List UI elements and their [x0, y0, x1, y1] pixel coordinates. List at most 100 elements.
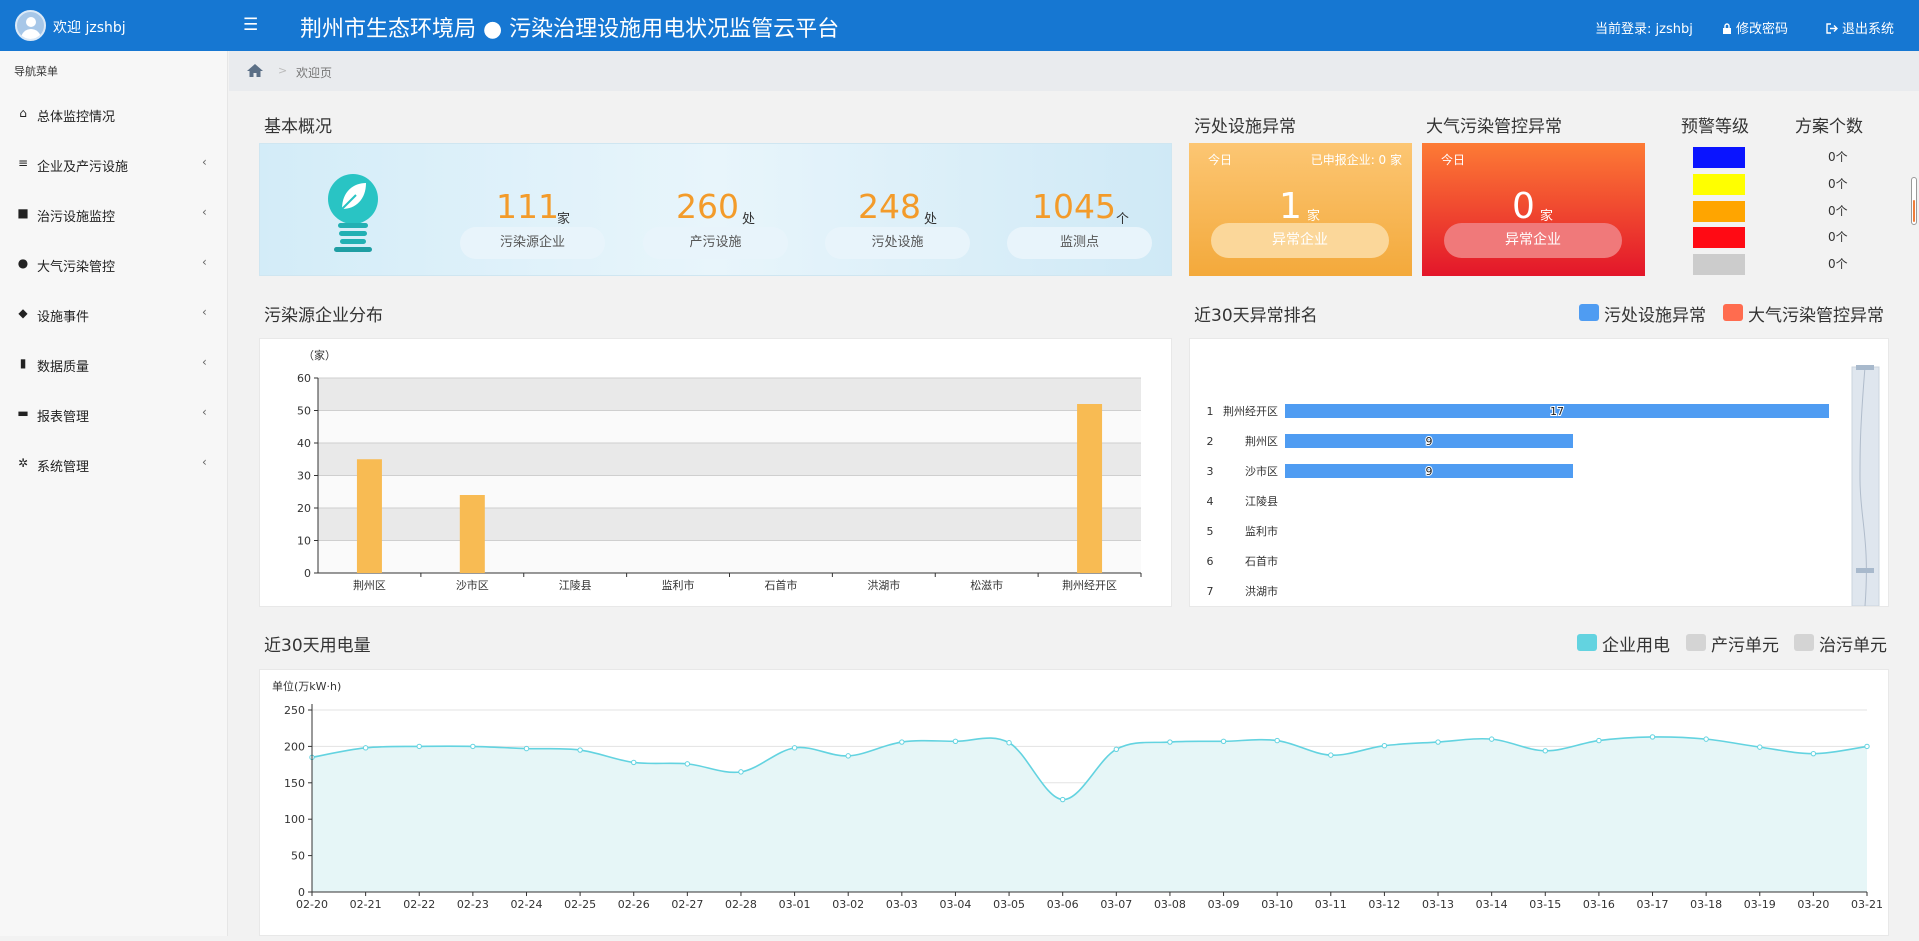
ranking-chart-panel: 1 荆州经开区 17 2 荆州区 9 3 沙市区 9 4 江陵县 5 监利市 6 石首市 7 洪湖市	[1189, 338, 1889, 607]
monitoring-point-unit: 个	[1116, 212, 1130, 227]
x-tick-label: 03-20	[1797, 898, 1829, 911]
data-point	[1864, 743, 1870, 750]
plan-count-orange: 0个	[1828, 204, 1848, 218]
legend-swatch-treatment-unit[interactable]	[1794, 634, 1814, 651]
sidebar-item-facility-events[interactable]: ◆ 设施事件 ‹	[0, 290, 228, 340]
chevron-left-icon: ‹	[202, 355, 207, 369]
lock-icon	[1723, 23, 1731, 34]
y-tick-label: 250	[284, 704, 305, 717]
sidebar-item-reports[interactable]: ▬ 报表管理 ‹	[0, 390, 228, 440]
chevron-left-icon: ‹	[202, 255, 207, 269]
x-tick-label: 03-21	[1851, 898, 1883, 911]
today-label: 今日	[1208, 153, 1233, 167]
monitoring-point-count: 1045	[1032, 187, 1116, 226]
data-point	[1274, 737, 1280, 744]
treatment-facility-unit: 处	[924, 212, 938, 227]
sidebar-item-facility-monitoring[interactable]: ■ 治污设施监控 ‹	[0, 190, 228, 240]
data-point	[845, 753, 851, 759]
warning-level-yellow	[1693, 174, 1745, 195]
data-point	[1542, 748, 1548, 754]
data-point	[1381, 742, 1388, 749]
sidebar-item-overall-monitoring[interactable]: ⌂ 总体监控情况	[0, 90, 228, 140]
sidebar-item-label: 设施事件	[37, 310, 90, 325]
current-user-text: 当前登录: jzshbj	[1595, 22, 1693, 37]
rank-number: 4	[1207, 495, 1214, 508]
overview-title: 基本概况	[264, 117, 332, 137]
sidebar-item-data-quality[interactable]: ▮ 数据质量 ‹	[0, 340, 228, 390]
x-tick-label: 监利市	[662, 578, 695, 592]
legend-facility-abnormal[interactable]: 污处设施异常	[1604, 301, 1706, 326]
rank-category: 沙市区	[1245, 464, 1278, 478]
production-facility-label[interactable]: 产污设施	[643, 227, 788, 259]
legend-air-abnormal[interactable]: 大气污染管控异常	[1748, 301, 1884, 326]
x-tick-label: 03-10	[1261, 898, 1293, 911]
rank-number: 5	[1207, 525, 1214, 538]
x-tick-label: 松滋市	[970, 578, 1003, 592]
treatment-facility-label[interactable]: 污处设施	[825, 227, 970, 259]
data-point	[1220, 738, 1227, 745]
legend-swatch-air[interactable]	[1723, 304, 1743, 321]
legend-enterprise-power[interactable]: 企业用电	[1602, 631, 1670, 656]
series-area	[312, 736, 1867, 892]
facility-abnormal-button[interactable]: 异常企业	[1211, 223, 1389, 258]
legend-treatment-unit[interactable]: 治污单元	[1819, 631, 1887, 656]
warning-level-red	[1693, 227, 1745, 248]
x-tick-label: 沙市区	[456, 578, 489, 592]
x-tick-label: 03-19	[1744, 898, 1776, 911]
sidebar: 导航菜单 ⌂ 总体监控情况 ≡ 企业及产污设施 ‹ ■ 治污设施监控 ‹ ● 大…	[0, 51, 228, 936]
sidebar-item-label: 报表管理	[37, 410, 90, 425]
change-password-link[interactable]: 修改密码	[1722, 18, 1788, 37]
x-tick-label: 03-14	[1476, 898, 1508, 911]
avatar[interactable]	[15, 10, 46, 41]
data-point	[1488, 736, 1495, 742]
x-tick-label: 洪湖市	[867, 578, 900, 592]
x-tick-label: 03-06	[1047, 898, 1079, 911]
monitoring-point-label[interactable]: 监测点	[1007, 227, 1152, 259]
power-chart-panel: 单位(万kW·h) 0 50 100 150 200 250 02-20 02-21 02-22 0…	[259, 669, 1889, 936]
y-tick-label: 60	[297, 372, 311, 385]
grid-band	[318, 540, 1141, 573]
y-tick-label: 10	[297, 535, 311, 548]
sidebar-item-enterprise[interactable]: ≡ 企业及产污设施 ‹	[0, 140, 228, 190]
x-tick-label: 03-09	[1208, 898, 1240, 911]
page-scrollbar[interactable]	[1911, 177, 1917, 225]
breadcrumb-current[interactable]: 欢迎页	[296, 64, 332, 81]
signal-icon: ▮	[19, 356, 27, 370]
x-tick-label: 02-21	[350, 898, 382, 911]
data-zoom-handle	[1856, 365, 1874, 370]
legend-swatch-production-unit[interactable]	[1686, 634, 1706, 651]
overview-panel: 111 家 污染源企业 260 处 产污设施 248 处 污处设施 1045 个…	[259, 143, 1172, 276]
y-tick-label: 100	[284, 813, 305, 826]
welcome-text: 欢迎 jzshbj	[53, 20, 126, 36]
y-tick-label: 50	[297, 405, 311, 418]
sidebar-item-air-control[interactable]: ● 大气污染管控 ‹	[0, 240, 228, 290]
home-icon[interactable]	[246, 63, 264, 78]
logout-label: 退出系统	[1842, 22, 1895, 37]
legend-production-unit[interactable]: 产污单元	[1711, 631, 1779, 656]
top-bar: 欢迎 jzshbj ☰ 荆州市生态环境局 ● 污染治理设施用电状况监管云平台 当…	[0, 0, 1919, 51]
enterprise-count: 111	[496, 187, 559, 226]
sidebar-item-label: 治污设施监控	[37, 210, 116, 225]
rank-number: 3	[1207, 465, 1214, 478]
x-tick-label: 03-03	[886, 898, 918, 911]
y-tick-label: 200	[284, 740, 305, 753]
plan-count-none: 0个	[1828, 257, 1848, 271]
x-tick-label: 03-07	[1100, 898, 1132, 911]
x-tick-label: 02-23	[457, 898, 489, 911]
legend-swatch-facility[interactable]	[1579, 304, 1599, 321]
menu-toggle-icon[interactable]: ☰	[243, 15, 258, 35]
list-icon: ≡	[17, 156, 29, 170]
enterprise-label[interactable]: 污染源企业	[460, 227, 605, 259]
grid-band	[318, 378, 1141, 411]
rank-value: 9	[1426, 465, 1433, 478]
data-point	[1757, 744, 1763, 750]
legend-swatch-enterprise-power[interactable]	[1577, 634, 1597, 651]
x-tick-label: 02-25	[564, 898, 596, 911]
air-abnormal-button[interactable]: 异常企业	[1444, 223, 1622, 258]
data-point	[952, 738, 959, 745]
logout-link[interactable]: 退出系统	[1826, 18, 1894, 37]
sidebar-item-system[interactable]: ✲ 系统管理 ‹	[0, 440, 228, 490]
air-abnormal-card: 今日 0 家 异常企业	[1422, 143, 1645, 276]
rank-value: 17	[1550, 405, 1564, 418]
x-tick-label: 03-18	[1690, 898, 1722, 911]
